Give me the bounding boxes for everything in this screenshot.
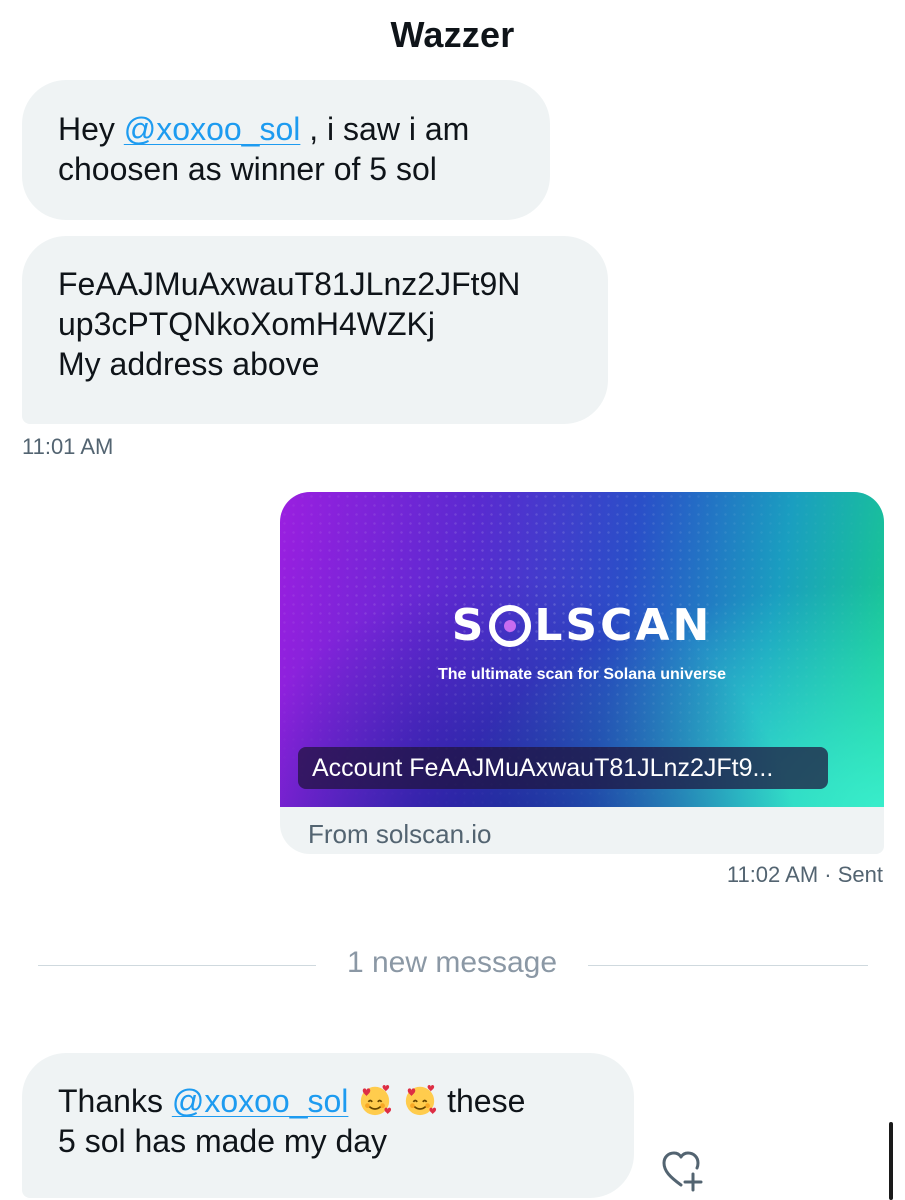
message-line: My address above [58, 346, 320, 382]
smiling-face-with-hearts-icon [361, 1085, 392, 1116]
message-text: these [438, 1083, 526, 1119]
message-text: Hey [58, 111, 124, 147]
smiling-face-with-hearts-icon [406, 1085, 437, 1116]
message-line: Thanks @xoxoo_sol these [58, 1081, 598, 1121]
message-bubble-2[interactable]: FeAAJMuAxwauT81JLnz2JFt9N up3cPTQNkoXomH… [22, 236, 608, 424]
message-timestamp: 11:02 AM [726, 862, 819, 887]
message-line: 5 sol has made my day [58, 1123, 388, 1159]
solscan-logo: S LSCAN [280, 600, 884, 651]
divider-line [38, 965, 316, 966]
mention-link[interactable]: @xoxoo_sol [172, 1083, 349, 1119]
message-line: Hey @xoxoo_sol , i saw i am [58, 109, 514, 149]
message-text: Thanks [58, 1083, 172, 1119]
message-bubble-1[interactable]: Hey @xoxoo_sol , i saw i am choosen as w… [22, 80, 550, 220]
message-line: choosen as winner of 5 sol [58, 151, 437, 187]
new-message-divider: 1 new message [346, 946, 558, 979]
message-text: , i saw i am [300, 111, 470, 147]
logo-text: S [451, 600, 487, 651]
magnifier-icon [489, 604, 532, 647]
add-reaction-button[interactable] [655, 1144, 707, 1196]
message-line: FeAAJMuAxwauT81JLnz2JFt9N [58, 266, 521, 302]
divider-line [588, 965, 868, 966]
card-tagline: The ultimate scan for Solana universe [437, 666, 727, 683]
message-line: up3cPTQNkoXomH4WZKj [58, 306, 435, 342]
card-title-label: Account FeAAJMuAxwauT81JLnz2JFt9... [298, 747, 828, 789]
card-source: From solscan.io [308, 819, 492, 849]
delivery-status: · Sent [818, 862, 883, 887]
mention-link[interactable]: @xoxoo_sol [124, 111, 301, 147]
logo-text: LSCAN [534, 600, 713, 651]
scrollbar-thumb[interactable] [889, 1122, 893, 1200]
conversation-title: Wazzer [390, 14, 515, 55]
message-timestamp: 11:01 AM [22, 434, 114, 459]
message-bubble-3[interactable]: Thanks @xoxoo_sol these 5 sol has made m… [22, 1053, 634, 1198]
link-preview-image[interactable]: S LSCAN The ultimate scan for Solana univ… [280, 492, 884, 807]
link-preview-card[interactable]: S LSCAN The ultimate scan for Solana univ… [280, 492, 884, 854]
heart-add-icon [662, 1151, 703, 1192]
sent-status: 11:02 AM · Sent [727, 862, 883, 888]
